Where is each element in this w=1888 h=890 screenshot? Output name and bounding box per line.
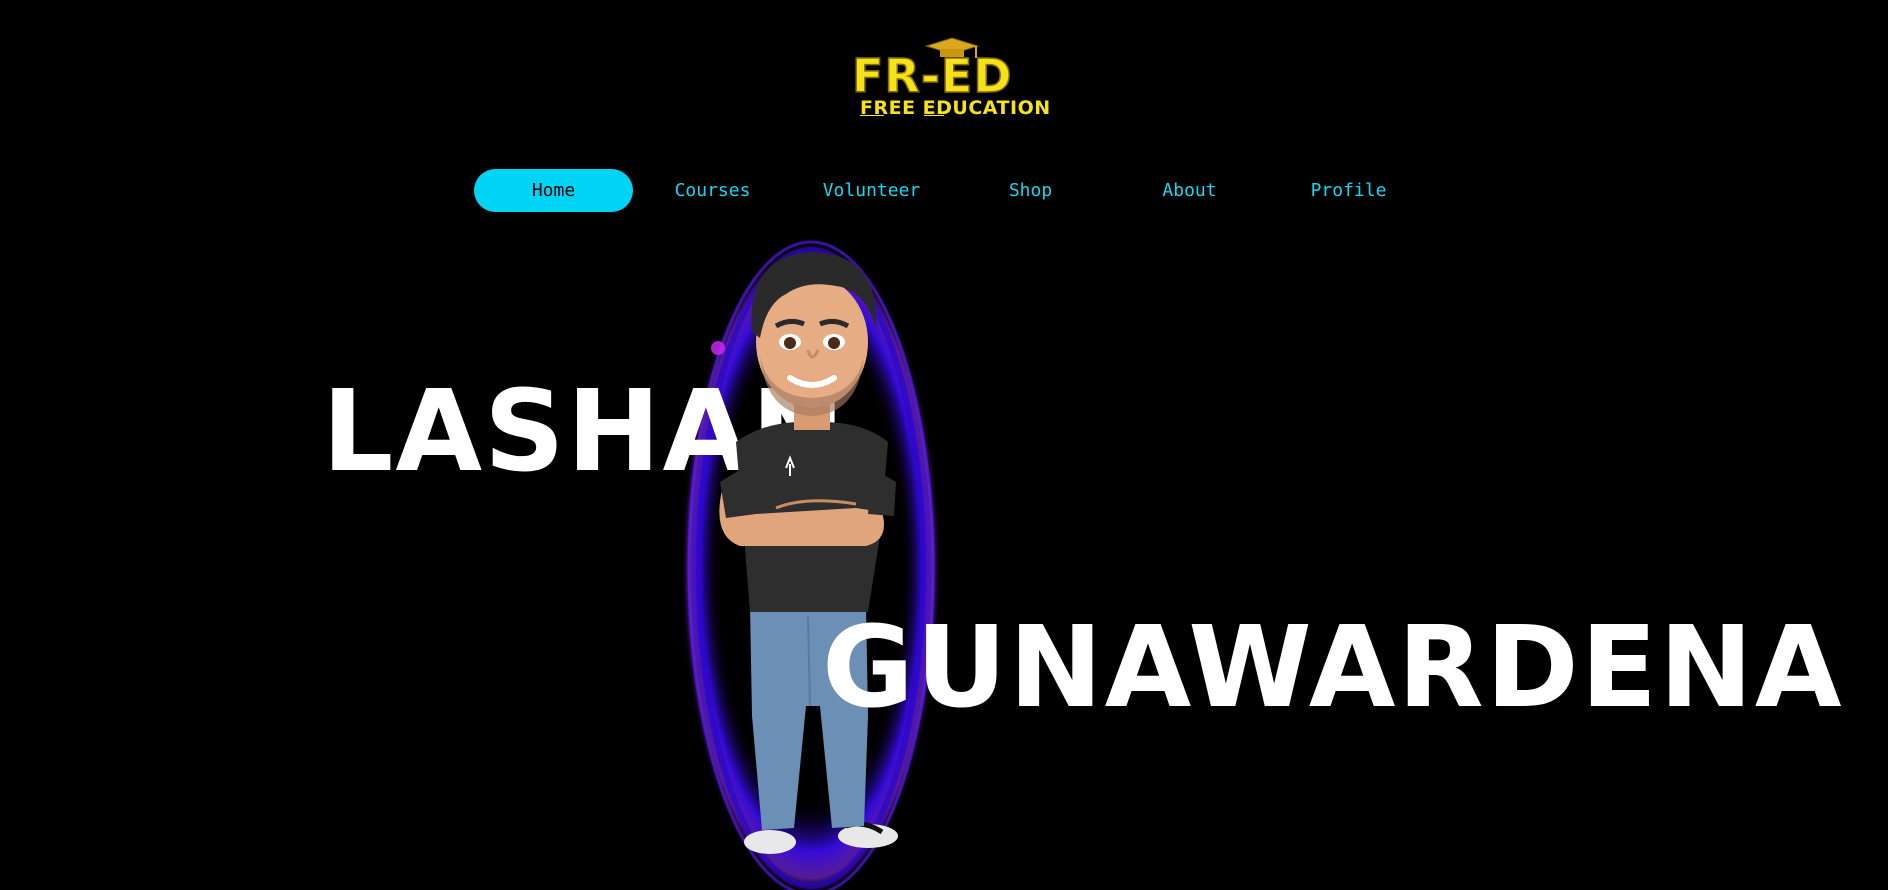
avatar-figure-icon: [719, 252, 898, 854]
nav-volunteer[interactable]: Volunteer: [792, 169, 951, 212]
logo-title: FR-ED: [852, 49, 1013, 103]
nav-about[interactable]: About: [1110, 169, 1269, 212]
main-nav: Home Courses Volunteer Shop About Profil…: [474, 169, 1428, 213]
hero-last-name: GUNAWARDENA: [822, 603, 1844, 733]
nav-profile[interactable]: Profile: [1269, 169, 1428, 212]
fred-logo[interactable]: FR-ED FREE EDUCATION: [848, 36, 1056, 116]
home-page: FR-ED FREE EDUCATION Home Courses Volunt…: [0, 0, 1888, 890]
nav-shop[interactable]: Shop: [951, 169, 1110, 212]
graduation-cap-logo-icon: FR-ED FREE EDUCATION: [851, 37, 1051, 116]
nav-home[interactable]: Home: [474, 169, 633, 212]
nav-courses[interactable]: Courses: [633, 169, 792, 212]
logo-subtitle: FREE EDUCATION: [860, 97, 1051, 116]
avatar: [716, 246, 912, 858]
